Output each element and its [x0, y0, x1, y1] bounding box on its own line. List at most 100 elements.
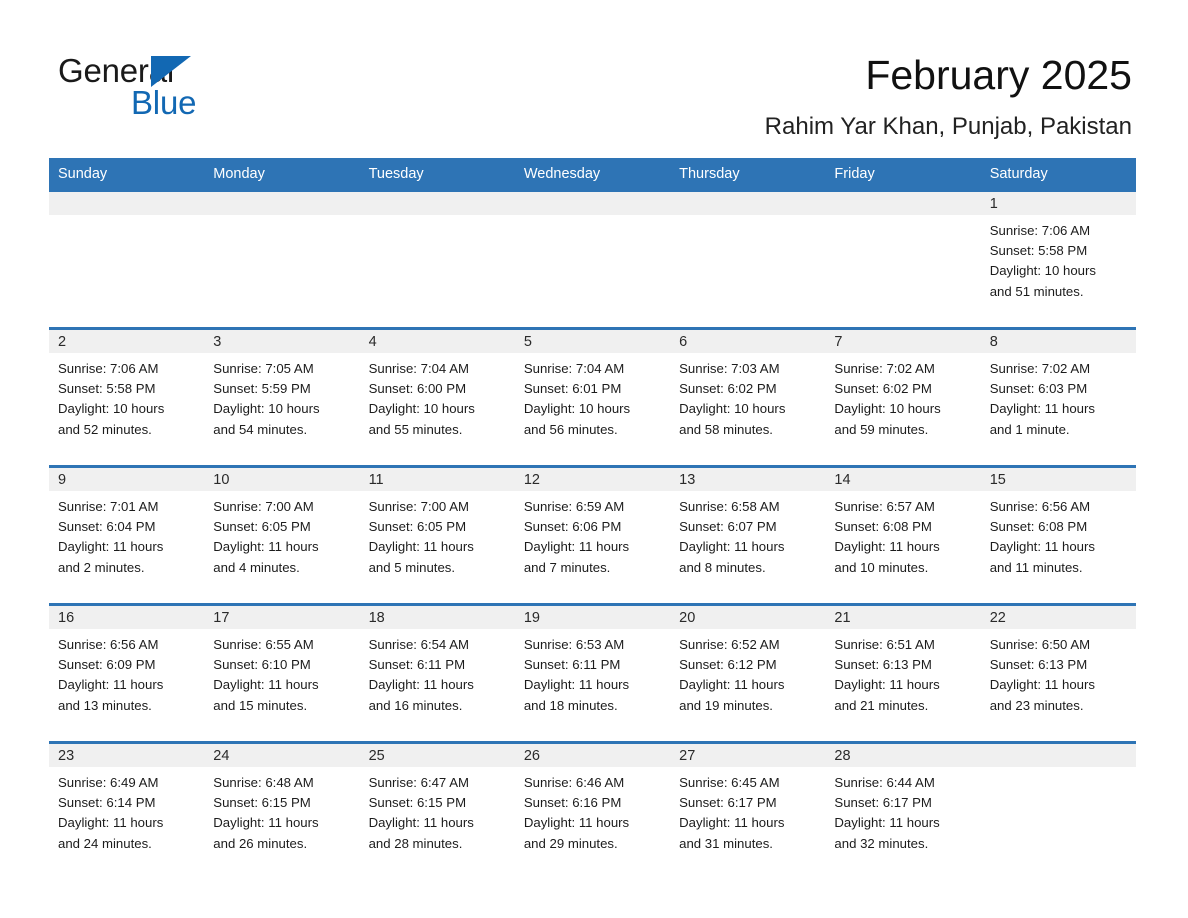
- calendar-day-cell[interactable]: 20 Sunrise: 6:52 AM Sunset: 6:12 PM Dayligh…: [670, 603, 826, 743]
- calendar-day-cell[interactable]: 9 Sunrise: 7:01 AM Sunset: 6:04 PM Daylight…: [49, 465, 205, 605]
- calendar-day-cell[interactable]: 2 Sunrise: 7:06 AM Sunset: 5:58 PM Daylight…: [49, 327, 205, 467]
- day-cell-inner: 17 Sunrise: 6:55 AM Sunset: 6:10 PM Dayligh…: [204, 606, 360, 741]
- sunrise-text: Sunrise: 7:00 AM: [213, 499, 314, 514]
- daylight-text-line1: Daylight: 11 hours: [523, 677, 630, 693]
- day-cell-inner: [980, 744, 1136, 879]
- sunset-text: Sunset: 6:02 PM: [834, 381, 932, 397]
- sunrise-text: Sunrise: 6:51 AM: [834, 637, 935, 652]
- day-cell-inner: 21 Sunrise: 6:51 AM Sunset: 6:13 PM Dayligh…: [825, 606, 981, 741]
- calendar-day-cell[interactable]: 13 Sunrise: 6:58 AM Sunset: 6:07 PM Dayligh…: [670, 465, 826, 605]
- daylight-text-line1: Daylight: 10 hours: [989, 263, 1096, 279]
- day-details: Sunrise: 7:05 AM Sunset: 5:59 PM Daylight:…: [204, 353, 359, 440]
- day-number: [825, 192, 981, 215]
- calendar-week-row: 16 Sunrise: 6:56 AM Sunset: 6:09 PM Dayligh…: [49, 603, 1136, 743]
- calendar-day-cell[interactable]: 4 Sunrise: 7:04 AM Sunset: 6:00 PM Daylight…: [359, 327, 515, 467]
- daylight-text-line1: Daylight: 10 hours: [679, 401, 786, 417]
- calendar-day-cell[interactable]: 15 Sunrise: 6:56 AM Sunset: 6:08 PM Dayligh…: [980, 465, 1136, 605]
- daylight-text-line1: Daylight: 11 hours: [679, 539, 785, 555]
- calendar-day-cell[interactable]: [825, 189, 981, 329]
- day-number: 14: [825, 468, 981, 491]
- daylight-text-line1: Daylight: 11 hours: [523, 815, 630, 831]
- day-details: Sunrise: 6:46 AM Sunset: 6:16 PM Daylight:…: [515, 767, 670, 854]
- daylight-text-line1: Daylight: 10 hours: [834, 401, 941, 417]
- day-number: 24: [204, 744, 360, 767]
- calendar-day-cell[interactable]: 1 Sunrise: 7:06 AM Sunset: 5:58 PM Daylight…: [980, 189, 1136, 329]
- page-title: February 2025: [865, 52, 1132, 98]
- calendar-day-cell[interactable]: [359, 189, 515, 329]
- calendar-day-cell[interactable]: 27 Sunrise: 6:45 AM Sunset: 6:17 PM Dayligh…: [670, 741, 826, 879]
- daylight-text-line1: Daylight: 11 hours: [368, 539, 474, 555]
- day-number: 8: [980, 330, 1136, 353]
- daylight-text-line2: and 1 minute.: [989, 421, 1070, 437]
- calendar-day-cell[interactable]: 24 Sunrise: 6:48 AM Sunset: 6:15 PM Dayligh…: [204, 741, 360, 879]
- daylight-text-line1: Daylight: 11 hours: [989, 401, 1095, 417]
- sunset-text: Sunset: 6:11 PM: [368, 657, 466, 673]
- calendar-day-cell[interactable]: 14 Sunrise: 6:57 AM Sunset: 6:08 PM Dayligh…: [825, 465, 981, 605]
- day-number: [49, 192, 205, 215]
- sunset-text: Sunset: 6:13 PM: [834, 657, 932, 673]
- day-number: 22: [980, 606, 1136, 629]
- calendar-day-cell[interactable]: [204, 189, 360, 329]
- day-number: 19: [514, 606, 671, 629]
- triangle-icon: [151, 56, 191, 87]
- weekday-header-wednesday: Wednesday: [514, 158, 671, 191]
- calendar-day-cell[interactable]: 25 Sunrise: 6:47 AM Sunset: 6:15 PM Dayligh…: [359, 741, 515, 879]
- sunrise-text: Sunrise: 7:02 AM: [989, 361, 1091, 376]
- day-cell-inner: 22 Sunrise: 6:50 AM Sunset: 6:13 PM Dayligh…: [980, 606, 1136, 741]
- brand-name-blue: Blue: [131, 84, 197, 121]
- brand-logo[interactable]: General Blue: [58, 52, 278, 122]
- calendar-day-cell[interactable]: 16 Sunrise: 6:56 AM Sunset: 6:09 PM Dayligh…: [49, 603, 205, 743]
- calendar-day-cell[interactable]: 26 Sunrise: 6:46 AM Sunset: 6:16 PM Dayligh…: [514, 741, 671, 879]
- calendar-day-cell[interactable]: 21 Sunrise: 6:51 AM Sunset: 6:13 PM Dayligh…: [825, 603, 981, 743]
- calendar-day-cell[interactable]: 11 Sunrise: 7:00 AM Sunset: 6:05 PM Dayligh…: [359, 465, 515, 605]
- day-number: 3: [204, 330, 360, 353]
- sunset-text: Sunset: 6:15 PM: [213, 795, 311, 811]
- weekday-header-thursday: Thursday: [670, 158, 826, 191]
- calendar-day-cell[interactable]: 6 Sunrise: 7:03 AM Sunset: 6:02 PM Daylight…: [670, 327, 826, 467]
- calendar-day-cell[interactable]: [670, 189, 826, 329]
- day-number: 27: [670, 744, 826, 767]
- sunset-text: Sunset: 6:10 PM: [213, 657, 311, 673]
- sunset-text: Sunset: 6:17 PM: [679, 795, 777, 811]
- day-number: 11: [359, 468, 515, 491]
- sunset-text: Sunset: 6:00 PM: [368, 381, 467, 397]
- sunrise-text: Sunrise: 6:52 AM: [679, 637, 780, 652]
- day-details: Sunrise: 7:06 AM Sunset: 5:58 PM Daylight:…: [49, 353, 204, 440]
- daylight-text-line2: and 55 minutes.: [368, 421, 463, 437]
- calendar-day-cell[interactable]: [980, 741, 1136, 879]
- sunset-text: Sunset: 5:58 PM: [989, 243, 1088, 259]
- calendar-day-cell[interactable]: 18 Sunrise: 6:54 AM Sunset: 6:11 PM Dayligh…: [359, 603, 515, 743]
- sunrise-text: Sunrise: 6:59 AM: [523, 499, 625, 514]
- day-cell-inner: 9 Sunrise: 7:01 AM Sunset: 6:04 PM Daylight…: [49, 468, 205, 603]
- daylight-text-line1: Daylight: 11 hours: [213, 677, 319, 693]
- daylight-text-line2: and 56 minutes.: [523, 421, 618, 437]
- calendar-day-cell[interactable]: 3 Sunrise: 7:05 AM Sunset: 5:59 PM Daylight…: [204, 327, 360, 467]
- day-details: Sunrise: 6:57 AM Sunset: 6:08 PM Daylight:…: [825, 491, 980, 578]
- calendar-day-cell[interactable]: 5 Sunrise: 7:04 AM Sunset: 6:01 PM Daylight…: [514, 327, 671, 467]
- sunrise-text: Sunrise: 6:45 AM: [679, 775, 780, 790]
- daylight-text-line2: and 8 minutes.: [679, 559, 766, 575]
- calendar-day-cell[interactable]: 8 Sunrise: 7:02 AM Sunset: 6:03 PM Daylight…: [980, 327, 1136, 467]
- calendar-week-row: 23 Sunrise: 6:49 AM Sunset: 6:14 PM Dayligh…: [49, 741, 1136, 879]
- day-cell-inner: [825, 192, 981, 327]
- day-number: [204, 192, 360, 215]
- calendar-day-cell[interactable]: 17 Sunrise: 6:55 AM Sunset: 6:10 PM Dayligh…: [204, 603, 360, 743]
- day-details: Sunrise: 7:00 AM Sunset: 6:05 PM Daylight:…: [360, 491, 515, 578]
- day-number: 18: [359, 606, 515, 629]
- sunset-text: Sunset: 6:01 PM: [523, 381, 622, 397]
- weekday-header-sunday: Sunday: [49, 158, 205, 191]
- calendar-day-cell[interactable]: 12 Sunrise: 6:59 AM Sunset: 6:06 PM Dayligh…: [514, 465, 671, 605]
- calendar-page: General Blue February 2025 Rahim Yar Kha…: [0, 0, 1188, 918]
- calendar-day-cell[interactable]: 28 Sunrise: 6:44 AM Sunset: 6:17 PM Dayligh…: [825, 741, 981, 879]
- sunset-text: Sunset: 6:05 PM: [213, 519, 311, 535]
- day-number: 26: [514, 744, 671, 767]
- day-details: Sunrise: 6:56 AM Sunset: 6:08 PM Daylight:…: [981, 491, 1136, 578]
- day-number: 1: [980, 192, 1136, 215]
- calendar-day-cell[interactable]: 10 Sunrise: 7:00 AM Sunset: 6:05 PM Dayligh…: [204, 465, 360, 605]
- calendar-day-cell[interactable]: [514, 189, 671, 329]
- calendar-day-cell[interactable]: 7 Sunrise: 7:02 AM Sunset: 6:02 PM Daylight…: [825, 327, 981, 467]
- calendar-day-cell[interactable]: [49, 189, 205, 329]
- calendar-day-cell[interactable]: 22 Sunrise: 6:50 AM Sunset: 6:13 PM Dayligh…: [980, 603, 1136, 743]
- calendar-day-cell[interactable]: 19 Sunrise: 6:53 AM Sunset: 6:11 PM Dayligh…: [514, 603, 671, 743]
- calendar-day-cell[interactable]: 23 Sunrise: 6:49 AM Sunset: 6:14 PM Dayligh…: [49, 741, 205, 879]
